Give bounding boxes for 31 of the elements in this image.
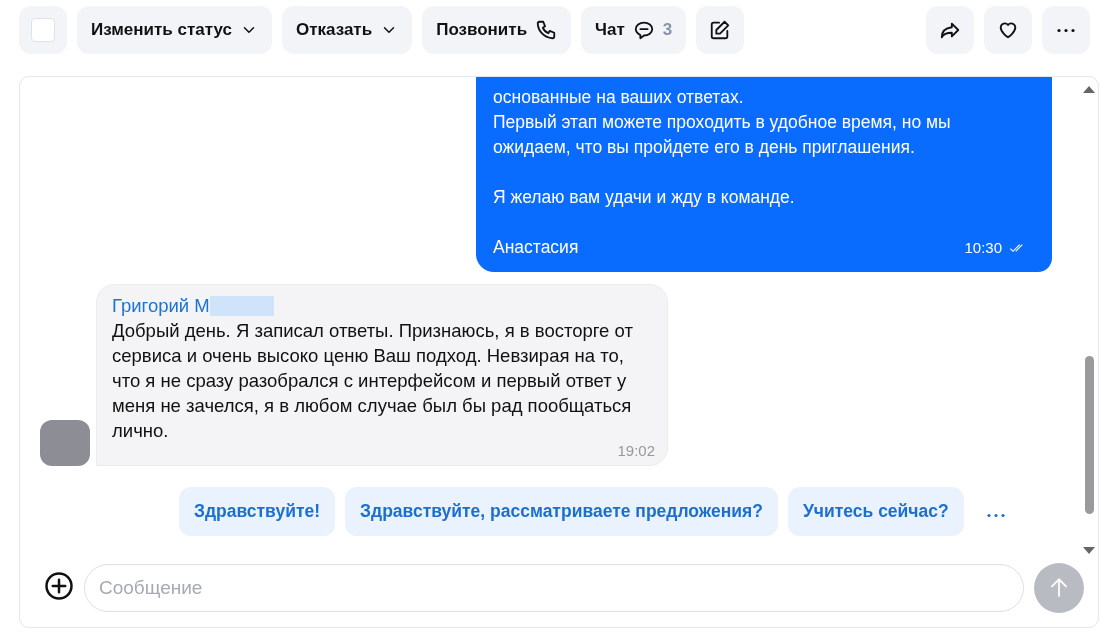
message-count: 3 — [662, 20, 673, 40]
speech-bubble-icon — [632, 19, 655, 41]
pencil-square-icon — [709, 19, 732, 41]
author-name: Григорий М — [112, 294, 210, 318]
dropdown-button[interactable]: Изменить статус — [77, 6, 272, 54]
more-icon — [985, 513, 1006, 518]
quick-reply[interactable]: Здравствуйте! — [179, 487, 336, 536]
message-text: Я желаю вам удачи и жду в команде. — [493, 186, 796, 209]
checkbox[interactable] — [31, 18, 55, 42]
message-text: Добрый день. Я записал ответы. Признаюсь, я в восторге от сервиса и очень высоко ценю Ваш подход. Невзирая на то, что я не сразу разобрался с интерфейсом и первый ответ у меня не зачелся, я в любом случае был бы рад пообщаться лично. — [112, 319, 634, 443]
share-button[interactable] — [926, 6, 974, 54]
chat-button[interactable]: Чат 3 — [581, 6, 687, 54]
message-input[interactable]: Сообщение — [84, 564, 1024, 612]
plus-circle-icon — [44, 570, 74, 601]
author-name: Анастасия — [493, 236, 579, 259]
message-time: 19:02 — [617, 442, 655, 459]
edit-button[interactable] — [696, 6, 745, 54]
favorite-button[interactable] — [984, 6, 1032, 54]
phone-icon — [535, 19, 558, 41]
quick-reply[interactable]: Здравствуйте, рассматриваете предложения? — [345, 487, 778, 536]
scroll-up-icon[interactable] — [1083, 85, 1095, 93]
avatar-placeholder — [40, 420, 90, 466]
call-button[interactable]: Позвонить — [422, 6, 572, 54]
heart-icon — [997, 19, 1019, 41]
dropdown-button[interactable]: Отказать — [281, 6, 413, 54]
message-text: основанные на ваших ответах. Первый этап можете проходить в удобное время, но мы ожидаем, что вы пройдете его в день приглашения. — [493, 86, 952, 159]
scroll-thumb[interactable] — [1084, 356, 1094, 514]
message-time: 10:30 — [964, 238, 1002, 258]
quick-reply[interactable]: Учитесь сейчас? — [787, 487, 964, 536]
scroll-down-icon[interactable] — [1083, 547, 1095, 555]
more-icon — [1055, 27, 1077, 33]
